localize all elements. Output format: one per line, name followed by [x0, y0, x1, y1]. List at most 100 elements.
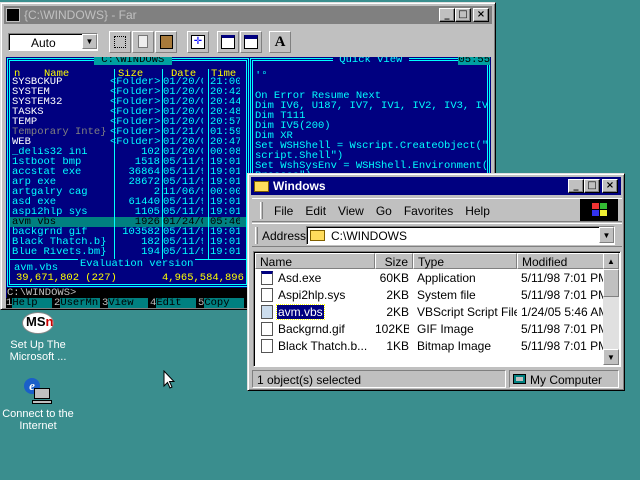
mark-button[interactable]: [109, 31, 131, 53]
far-title-bar[interactable]: {C:\WINDOWS} - Far _ □ ×: [4, 6, 492, 24]
column-separator: [208, 69, 209, 259]
file-name: backgrnd gif: [12, 227, 88, 237]
column-header-size[interactable]: Size: [375, 253, 413, 269]
scroll-down-button[interactable]: ▼: [603, 349, 619, 365]
file-row[interactable]: avm vbs 192601/24/05 05:46: [10, 217, 246, 227]
file-time: 19:01: [210, 177, 240, 187]
file-row[interactable]: asd exe 6144005/11/98 19:01: [10, 197, 246, 207]
file-row[interactable]: SYSBCKUP <Folder>01/20/03 21:00: [10, 77, 246, 87]
menu-favorites[interactable]: Favorites: [398, 204, 459, 218]
file-time: 00:08: [210, 147, 240, 157]
background-button[interactable]: [240, 31, 262, 53]
desktop-icon-label: Microsoft ...: [9, 351, 67, 363]
file-size: <Folder>: [110, 77, 160, 87]
chevron-down-icon[interactable]: ▼: [599, 227, 614, 243]
explorer-window[interactable]: Windows _ □ × File Edit View Go Favorites Hel…: [247, 173, 625, 391]
scroll-thumb[interactable]: [603, 269, 619, 297]
left-panel[interactable]: C:\WINDOWS n Name Size Date Time SYSBCKU…: [7, 57, 249, 287]
list-header: Name Size Type Modified: [255, 253, 604, 269]
function-key-3[interactable]: 3View: [102, 298, 150, 308]
file-row[interactable]: SYSTEM <Folder>01/20/03 20:42: [10, 87, 246, 97]
file-row[interactable]: aspi2hlp sys 110505/11/98 19:01: [10, 207, 246, 217]
function-key-5[interactable]: 5Copy: [198, 298, 246, 308]
file-row[interactable]: WEB <Folder>01/20/03 20:47: [10, 137, 246, 147]
file-list-view[interactable]: Name Size Type Modified Asd.exe 60KB Applicat…: [253, 251, 621, 367]
file-name: Black Thatch.b...: [278, 339, 368, 353]
address-input[interactable]: C:\WINDOWS ▼: [306, 226, 615, 245]
file-size: 194: [141, 247, 160, 257]
address-label: Address: [262, 229, 307, 243]
file-row[interactable]: TASKS <Folder>01/20/03 20:48: [10, 107, 246, 117]
maximize-button[interactable]: □: [584, 179, 600, 193]
list-item[interactable]: Asd.exe 60KB Application 5/11/98 7:01 PM: [255, 270, 607, 287]
paste-button[interactable]: [155, 31, 177, 53]
system-file-icon: [261, 288, 273, 302]
file-row[interactable]: backgrnd gif 10358205/11/98 19:01: [10, 227, 246, 237]
list-item[interactable]: avm.vbs 2KB VBScript Script File 1/24/05 5:…: [255, 304, 607, 321]
file-row[interactable]: Black Thatch.b} 18205/11/98 19:01: [10, 237, 246, 247]
far-app-icon: [6, 8, 20, 22]
file-row[interactable]: arp exe 2867205/11/98 19:01: [10, 177, 246, 187]
chevron-down-icon[interactable]: ▼: [82, 34, 97, 49]
file-row[interactable]: artgalry cag 211/06/97 00:00: [10, 187, 246, 197]
file-time: 19:01: [210, 157, 240, 167]
close-button[interactable]: ×: [473, 8, 489, 22]
bitmap-icon: [261, 339, 273, 353]
column-header-type[interactable]: Type: [413, 253, 517, 269]
list-item[interactable]: Aspi2hlp.sys 2KB System file 5/11/98 7:01 P…: [255, 287, 607, 304]
copy-button[interactable]: [132, 31, 154, 53]
minimize-button[interactable]: _: [568, 179, 584, 193]
close-button[interactable]: ×: [602, 179, 618, 193]
file-row[interactable]: SYSTEM32 <Folder>01/20/03 20:44: [10, 97, 246, 107]
file-size: 2KB: [386, 305, 409, 319]
file-row[interactable]: 1stboot bmp 151805/11/98 19:01: [10, 157, 246, 167]
menu-go[interactable]: Go: [370, 204, 398, 218]
file-size: 61440: [128, 197, 160, 207]
list-item[interactable]: Backgrnd.gif 102KB GIF Image 5/11/98 7:01 P…: [255, 321, 607, 338]
file-row[interactable]: TEMP <Folder>01/20/03 20:57: [10, 117, 246, 127]
file-time: 21:00: [210, 77, 240, 87]
function-key-1[interactable]: 1Help: [6, 298, 54, 308]
computer-icon: [513, 374, 526, 384]
app-icon: [261, 271, 273, 285]
file-row[interactable]: _delis32 ini 10201/20/05 00:08: [10, 147, 246, 157]
list-item[interactable]: Black Thatch.b... 1KB Bitmap Image 5/11/98 …: [255, 338, 607, 355]
minimize-button[interactable]: _: [439, 8, 455, 22]
key-label: Help: [12, 298, 53, 308]
file-time: 19:01: [210, 247, 240, 257]
properties-button[interactable]: [217, 31, 239, 53]
file-size: 1518: [134, 157, 160, 167]
file-date: 11/06/97: [163, 187, 203, 197]
font-icon: A: [274, 34, 286, 50]
quick-view-content: '° On Error Resume Next Dim IV6, U187, IV7…: [255, 71, 487, 181]
function-key-4[interactable]: 4Edit: [150, 298, 198, 308]
column-header-modified[interactable]: Modified: [517, 253, 604, 269]
desktop-icon-setup-msn[interactable]: MSn Set Up The Microsoft ...: [4, 308, 72, 363]
file-name: Black Thatch.b}: [12, 237, 107, 247]
menu-edit[interactable]: Edit: [299, 204, 332, 218]
menu-help[interactable]: Help: [459, 204, 496, 218]
file-size: 102KB: [375, 322, 409, 336]
file-name: accstat exe: [12, 167, 82, 177]
menu-file[interactable]: File: [268, 204, 299, 218]
font-size-select[interactable]: Auto ▼: [8, 33, 98, 51]
column-header-name[interactable]: Name: [255, 253, 375, 269]
scroll-up-button[interactable]: ▲: [603, 253, 619, 269]
window-title: Windows: [273, 179, 326, 193]
file-row[interactable]: accstat exe 3686405/11/98 19:01: [10, 167, 246, 177]
file-row[interactable]: Temporary Inte}<Folder>01/21/03 01:59: [10, 127, 246, 137]
file-name: avm vbs: [12, 217, 57, 227]
mouse-pointer-icon: [163, 370, 175, 389]
file-size: 102: [141, 147, 160, 157]
file-row[interactable]: Blue Rivets.bm} 19405/11/98 19:01: [10, 247, 246, 257]
explorer-title-bar[interactable]: Windows _ □ ×: [251, 177, 621, 195]
file-date: 01/20/05: [163, 147, 203, 157]
fullscreen-button[interactable]: ✛: [187, 31, 209, 53]
maximize-button[interactable]: □: [455, 8, 471, 22]
vertical-scrollbar[interactable]: ▲ ▼: [603, 253, 619, 365]
font-button[interactable]: A: [269, 31, 291, 53]
quick-view-line: '°: [255, 71, 268, 82]
desktop-icon-connect-internet[interactable]: e Connect to the Internet: [0, 376, 76, 432]
menu-view[interactable]: View: [332, 204, 370, 218]
function-key-2[interactable]: 2UserMn: [54, 298, 102, 308]
